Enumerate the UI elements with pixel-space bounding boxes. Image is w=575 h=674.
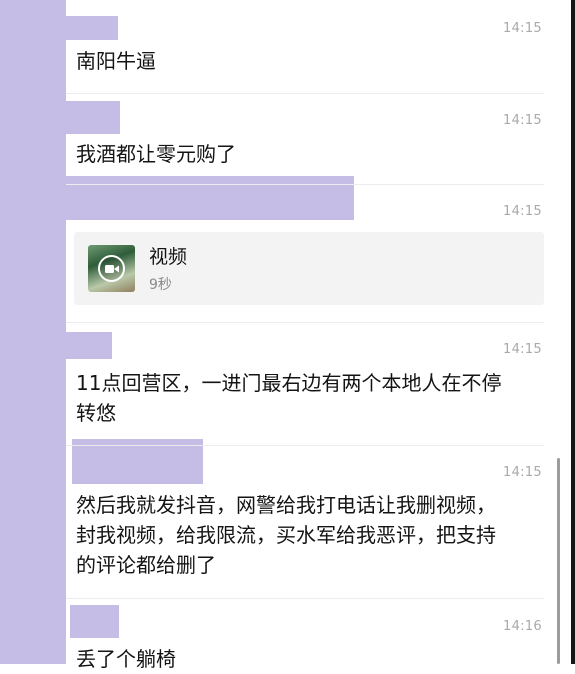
scrollbar-thumb[interactable] bbox=[557, 458, 560, 664]
video-duration: 9秒 bbox=[149, 277, 172, 293]
chat-message[interactable]: 14:15 视频 9秒 bbox=[66, 184, 544, 323]
message-text: 南阳牛逼 bbox=[76, 49, 156, 73]
chat-message[interactable]: 14:15 我酒都让零元购了 bbox=[66, 93, 544, 185]
video-title: 视频 bbox=[149, 246, 188, 268]
chat-message[interactable]: 14:15 11点回营区，一进门最右边有两个本地人在不停 转悠 bbox=[66, 322, 544, 446]
message-text: 然后我就发抖音，网警给我打电话让我删视频， 封我视频，给我限流，买水军给我恶评，… bbox=[76, 493, 496, 577]
video-card[interactable]: 视频 9秒 bbox=[74, 232, 544, 305]
message-text: 丢了个躺椅 bbox=[76, 647, 176, 671]
message-text: 11点回营区，一进门最右边有两个本地人在不停 转悠 bbox=[76, 371, 502, 425]
message-timestamp: 14:15 bbox=[503, 465, 542, 480]
message-timestamp: 14:16 bbox=[503, 619, 542, 634]
window-edge bbox=[571, 0, 575, 664]
message-timestamp: 14:15 bbox=[503, 204, 542, 219]
chat-message[interactable]: 14:15 南阳牛逼 bbox=[66, 0, 544, 93]
video-camera-icon bbox=[98, 255, 125, 282]
message-text: 我酒都让零元购了 bbox=[76, 142, 236, 166]
chat-message[interactable]: 14:15 然后我就发抖音，网警给我打电话让我删视频， 封我视频，给我限流，买水… bbox=[66, 445, 544, 599]
chat-message[interactable]: 14:16 丢了个躺椅 bbox=[66, 598, 544, 671]
avatar-column-redaction bbox=[0, 0, 66, 664]
message-timestamp: 14:15 bbox=[503, 21, 542, 36]
message-timestamp: 14:15 bbox=[503, 113, 542, 128]
video-thumbnail[interactable] bbox=[88, 245, 135, 292]
message-timestamp: 14:15 bbox=[503, 342, 542, 357]
